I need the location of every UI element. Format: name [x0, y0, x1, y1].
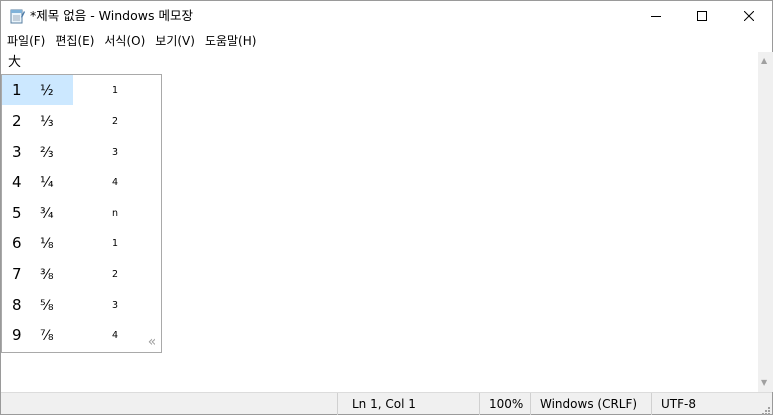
candidate-item[interactable]: 8 ⅝ 3	[2, 290, 161, 320]
candidate-item[interactable]: 1 ½ 1	[2, 75, 161, 105]
candidate-item[interactable]: 2 ⅓ 2	[2, 106, 161, 136]
candidate-item[interactable]: 5 ¾ n	[2, 198, 161, 228]
menu-help[interactable]: 도움말(H)	[200, 32, 262, 51]
candidate-hint: 3	[112, 147, 119, 158]
candidate-hint: 4	[112, 330, 119, 341]
candidate-text: ⅔	[40, 145, 54, 161]
candidate-text: ⅛	[40, 236, 54, 252]
menu-view[interactable]: 보기(V)	[150, 32, 200, 51]
menu-edit[interactable]: 편집(E)	[50, 32, 99, 51]
editor-content: 大	[8, 55, 22, 70]
cursor-position: Ln 1, Col 1	[337, 393, 479, 415]
maximize-button[interactable]	[679, 1, 725, 31]
candidate-text: ⅞	[40, 328, 54, 344]
candidate-item[interactable]: 3 ⅔ 3	[2, 137, 161, 167]
resize-grip-icon[interactable]	[759, 401, 771, 415]
minimize-button[interactable]	[633, 1, 679, 31]
menu-format[interactable]: 서식(O)	[99, 32, 150, 51]
close-button[interactable]	[726, 1, 772, 31]
candidate-text: ¼	[40, 175, 54, 191]
zoom-level: 100%	[479, 393, 530, 415]
minimize-icon	[651, 16, 661, 17]
status-bar: Ln 1, Col 1 100% Windows (CRLF) UTF-8	[1, 392, 772, 415]
candidate-hint: 2	[112, 269, 119, 280]
encoding: UTF-8	[651, 393, 756, 415]
vertical-scrollbar[interactable]: ▲ ▼	[758, 52, 773, 392]
title-bar[interactable]: *제목 없음 - Windows 메모장	[1, 1, 772, 31]
candidate-text: ½	[40, 83, 54, 99]
candidate-text: ⅓	[40, 114, 54, 130]
candidate-item[interactable]: 4 ¼ 4	[2, 167, 161, 197]
maximize-icon	[697, 11, 707, 21]
expand-candidates-icon[interactable]: «	[144, 335, 160, 351]
candidate-hint: 4	[112, 177, 119, 188]
window-title: *제목 없음 - Windows 메모장	[30, 8, 193, 23]
candidate-number: 8	[12, 296, 22, 314]
candidate-number: 9	[12, 326, 22, 344]
ime-candidate-window: 1 ½ 1 2 ⅓ 2 3 ⅔ 3 4 ¼ 4 5 ¾ n 6 ⅛ 1 7 ⅜ …	[1, 74, 162, 353]
candidate-hint: n	[112, 208, 119, 219]
close-icon	[744, 11, 754, 21]
scroll-down-icon[interactable]: ▼	[761, 379, 767, 387]
menu-file[interactable]: 파일(F)	[1, 32, 50, 51]
candidate-number: 5	[12, 204, 22, 222]
candidate-number: 6	[12, 234, 22, 252]
line-ending: Windows (CRLF)	[530, 393, 651, 415]
candidate-number: 7	[12, 265, 22, 283]
candidate-item[interactable]: 6 ⅛ 1	[2, 228, 161, 258]
candidate-hint: 1	[112, 238, 119, 249]
candidate-hint: 2	[112, 116, 119, 127]
candidate-text: ⅝	[40, 298, 54, 314]
notepad-window: *제목 없음 - Windows 메모장 파일(F) 편집(E) 서식(O) 보…	[0, 0, 773, 415]
menu-bar: 파일(F) 편집(E) 서식(O) 보기(V) 도움말(H)	[1, 32, 261, 51]
candidate-number: 1	[12, 81, 22, 99]
scroll-up-icon[interactable]: ▲	[761, 57, 767, 65]
candidate-item[interactable]: 9 ⅞ 4	[2, 320, 161, 350]
candidate-text: ⅜	[40, 267, 54, 283]
candidate-number: 2	[12, 112, 22, 130]
candidate-number: 3	[12, 143, 22, 161]
notepad-icon[interactable]	[9, 8, 25, 24]
candidate-hint: 3	[112, 300, 119, 311]
candidate-hint: 1	[112, 85, 119, 96]
candidate-text: ¾	[40, 206, 54, 222]
candidate-number: 4	[12, 173, 22, 191]
candidate-item[interactable]: 7 ⅜ 2	[2, 259, 161, 289]
